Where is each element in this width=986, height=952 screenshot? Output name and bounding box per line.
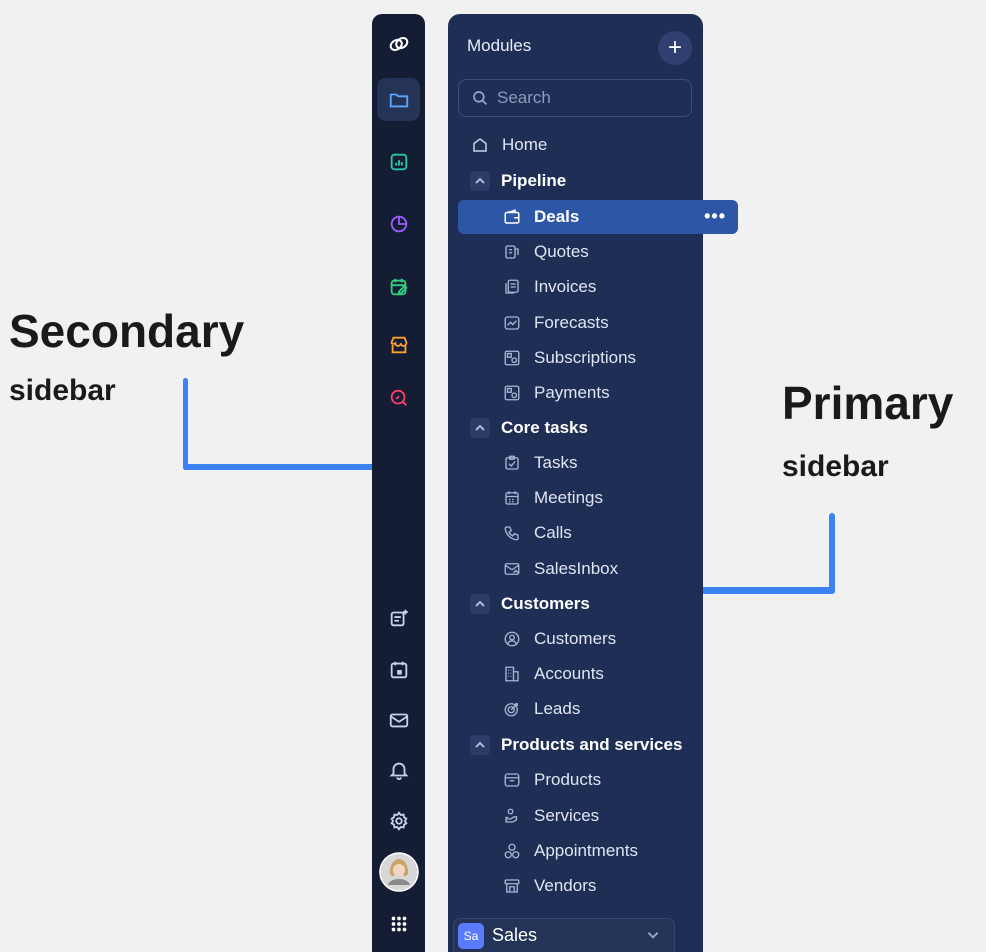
workspace-switcher[interactable]: Sa Sales <box>453 918 675 952</box>
nav-item-label: Tasks <box>534 453 578 472</box>
nav-item-deals[interactable]: Deals ••• <box>458 200 738 234</box>
nav-item-label: Calls <box>534 523 572 542</box>
bell-icon[interactable] <box>377 748 420 791</box>
brand-logo-icon[interactable] <box>377 22 420 65</box>
secondary-annotation-connector <box>183 464 391 470</box>
nav-item-label: Subscriptions <box>534 348 637 367</box>
workspace-label: Sales <box>492 925 538 945</box>
nav-item-payments[interactable]: Payments <box>448 376 703 410</box>
pie-chart-icon[interactable] <box>377 202 420 245</box>
primary-annotation-subtitle: sidebar <box>782 450 889 483</box>
calendar-icon[interactable] <box>377 648 420 691</box>
nav-item-appointments[interactable]: Appointments <box>448 834 703 868</box>
search-icon <box>473 91 487 105</box>
search-placeholder: Search <box>497 88 551 107</box>
nav-item-label: Deals <box>534 207 580 226</box>
quote-icon <box>502 242 522 262</box>
contact-icon <box>502 629 522 649</box>
nav-item-calls[interactable]: Calls <box>448 516 703 550</box>
search-analytics-icon[interactable] <box>377 376 420 419</box>
nav-item-label: Customers <box>534 629 617 648</box>
chevron-up-icon <box>470 735 490 755</box>
mail-icon[interactable] <box>377 698 420 741</box>
panel-title: Modules <box>467 36 532 55</box>
building-icon <box>502 664 522 684</box>
group-label: Products and services <box>501 735 683 754</box>
group-label: Core tasks <box>501 418 588 437</box>
nav-item-accounts[interactable]: Accounts <box>448 657 703 691</box>
vendor-icon <box>502 876 522 896</box>
nav-item-home[interactable]: Home <box>448 128 703 162</box>
secondary-annotation-connector <box>183 378 188 470</box>
payment-icon <box>502 383 522 403</box>
forecast-icon <box>502 313 522 333</box>
search-input[interactable]: Search <box>458 79 692 117</box>
calendar-edit-icon[interactable] <box>377 265 420 308</box>
task-icon <box>502 453 522 473</box>
wallet-icon <box>502 207 522 227</box>
secondary-annotation-subtitle: sidebar <box>9 374 116 407</box>
nav-item-vendors[interactable]: Vendors <box>448 869 703 903</box>
nav-item-label: Leads <box>534 699 581 718</box>
nav-item-tasks[interactable]: Tasks <box>448 446 703 480</box>
nav-item-customers[interactable]: Customers <box>448 622 703 656</box>
product-icon <box>502 770 522 790</box>
chevron-up-icon <box>470 418 490 438</box>
primary-annotation-connector <box>829 513 835 594</box>
meeting-icon <box>502 488 522 508</box>
subscription-icon <box>502 348 522 368</box>
primary-annotation-title: Primary <box>782 377 954 429</box>
gear-icon[interactable] <box>377 799 420 842</box>
primary-sidebar: Modules + Search Home Pipeline Deals •••… <box>448 14 738 952</box>
nav-item-label: Accounts <box>534 664 604 683</box>
nav-item-quotes[interactable]: Quotes <box>448 235 703 269</box>
phone-icon <box>502 523 522 543</box>
inbox-icon <box>502 559 522 579</box>
nav-item-label: Invoices <box>534 277 597 296</box>
nav-item-label: Meetings <box>534 488 603 507</box>
group-label: Pipeline <box>501 171 567 190</box>
nav-item-label: Products <box>534 770 602 789</box>
nav-item-label: Forecasts <box>534 313 609 332</box>
service-icon <box>502 806 522 826</box>
nav-item-services[interactable]: Services <box>448 799 703 833</box>
secondary-annotation-title: Secondary <box>9 305 245 357</box>
group-label: Customers <box>501 594 590 613</box>
nav-item-label: Payments <box>534 383 610 402</box>
nav-item-label: Vendors <box>534 876 597 895</box>
invoice-icon <box>502 277 522 297</box>
store-icon[interactable] <box>377 323 420 366</box>
nav-item-label: Quotes <box>534 242 589 261</box>
home-icon <box>470 135 490 155</box>
chevron-up-icon <box>470 171 490 191</box>
chevron-down-icon <box>647 932 659 939</box>
add-module-button[interactable]: + <box>658 31 692 65</box>
chevron-up-icon <box>470 594 490 614</box>
more-options-icon[interactable]: ••• <box>704 206 726 227</box>
secondary-sidebar <box>372 14 425 952</box>
apps-grid-icon[interactable] <box>377 902 420 945</box>
group-products-and-services[interactable]: Products and services <box>448 728 703 762</box>
avatar[interactable] <box>377 850 420 893</box>
add-note-icon[interactable] <box>377 596 420 639</box>
target-icon <box>502 699 522 719</box>
group-customers[interactable]: Customers <box>448 587 703 621</box>
nav-item-label: Services <box>534 806 600 825</box>
nav-item-salesinbox[interactable]: SalesInbox <box>448 552 703 586</box>
nav-item-subscriptions[interactable]: Subscriptions <box>448 341 703 375</box>
folder-icon[interactable] <box>377 78 420 121</box>
nav-item-meetings[interactable]: Meetings <box>448 481 703 515</box>
group-pipeline[interactable]: Pipeline <box>448 164 703 198</box>
nav-item-label: Appointments <box>534 841 638 860</box>
nav-item-products[interactable]: Products <box>448 763 703 797</box>
nav-item-forecasts[interactable]: Forecasts <box>448 306 703 340</box>
nav-item-invoices[interactable]: Invoices <box>448 270 703 304</box>
chart-icon[interactable] <box>377 140 420 183</box>
group-core-tasks[interactable]: Core tasks <box>448 411 703 445</box>
nav-item-label: Home <box>502 135 548 154</box>
nav-item-leads[interactable]: Leads <box>448 692 703 726</box>
nav-item-label: SalesInbox <box>534 559 619 578</box>
appointment-icon <box>502 841 522 861</box>
workspace-badge: Sa <box>458 922 484 949</box>
